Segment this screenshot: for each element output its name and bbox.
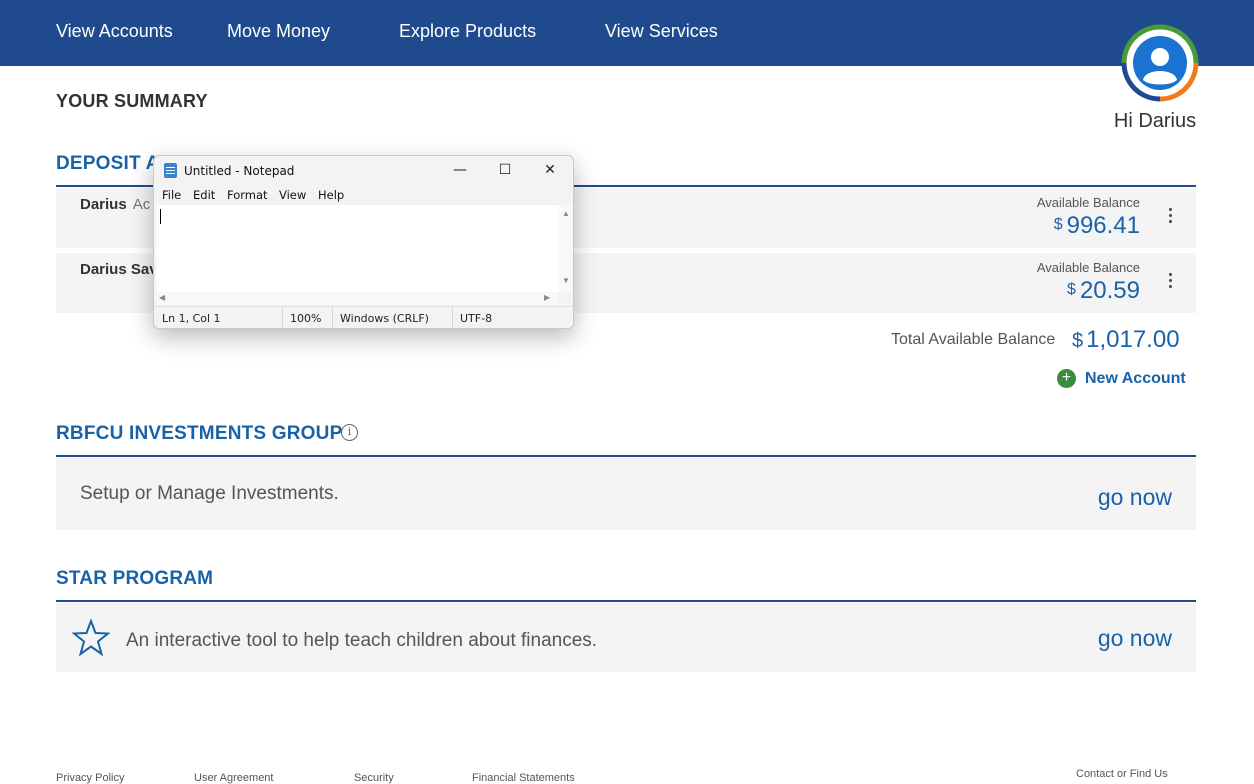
menu-format[interactable]: Format: [227, 188, 268, 202]
total-balance-value: $1,017.00: [1072, 326, 1180, 353]
account-name[interactable]: Darius Ac: [80, 196, 150, 213]
text-caret: [160, 209, 161, 224]
notepad-menu-bar: File Edit Format View Help: [154, 186, 573, 205]
scroll-down-icon[interactable]: ▼: [562, 276, 570, 285]
footer-contact-link[interactable]: Contact or Find Us: [1076, 768, 1168, 780]
star-program-panel: An interactive tool to help teach childr…: [56, 603, 1196, 672]
minimize-button[interactable]: —: [437, 156, 483, 186]
scroll-up-icon[interactable]: ▲: [562, 209, 570, 218]
plus-circle-icon: +: [1057, 369, 1076, 388]
star-program-text: An interactive tool to help teach childr…: [126, 630, 598, 651]
top-nav: View Accounts Move Money Explore Product…: [0, 0, 1254, 66]
footer-security-link[interactable]: Security: [354, 772, 394, 784]
close-button[interactable]: ✕: [527, 156, 573, 186]
status-separator: [332, 307, 333, 328]
balance-label: Available Balance: [1036, 195, 1140, 210]
total-balance-label: Total Available Balance: [891, 331, 1056, 348]
nav-view-accounts[interactable]: View Accounts: [56, 21, 173, 42]
investments-go-now-link[interactable]: go now: [1098, 484, 1172, 511]
encoding: UTF-8: [460, 312, 493, 325]
star-divider: [56, 600, 1196, 602]
balance-value: $20.59: [1067, 277, 1140, 304]
investments-divider: [56, 455, 1196, 457]
nav-move-money[interactable]: Move Money: [227, 21, 330, 42]
notepad-icon: [164, 163, 177, 178]
user-greeting: Hi Darius: [1113, 110, 1197, 132]
footer-user-agreement-link[interactable]: User Agreement: [194, 772, 273, 784]
status-separator: [282, 307, 283, 328]
notepad-title-bar[interactable]: Untitled - Notepad — ☐ ✕: [154, 156, 573, 186]
vertical-scrollbar[interactable]: ▲ ▼: [559, 205, 573, 292]
info-icon[interactable]: i: [341, 424, 358, 441]
scroll-right-icon[interactable]: ▶: [544, 293, 550, 302]
account-name[interactable]: Darius Sav: [80, 261, 158, 278]
star-program-title: STAR PROGRAM: [56, 568, 214, 589]
zoom-level: 100%: [290, 312, 322, 325]
line-ending: Windows (CRLF): [340, 312, 429, 325]
notepad-title: Untitled - Notepad: [184, 164, 295, 178]
footer-privacy-link[interactable]: Privacy Policy: [56, 772, 124, 784]
notepad-status-bar: Ln 1, Col 1 100% Windows (CRLF) UTF-8: [154, 306, 573, 328]
more-options-icon[interactable]: [1164, 208, 1176, 228]
investments-text: Setup or Manage Investments.: [80, 483, 339, 504]
star-icon: [72, 619, 110, 657]
menu-file[interactable]: File: [162, 188, 181, 202]
page-title: YOUR SUMMARY: [56, 91, 208, 111]
status-separator: [452, 307, 453, 328]
menu-help[interactable]: Help: [318, 188, 344, 202]
notepad-window[interactable]: Untitled - Notepad — ☐ ✕ File Edit Forma…: [153, 155, 574, 329]
scroll-left-icon[interactable]: ◀: [159, 293, 165, 302]
investments-title: RBFCU INVESTMENTS GROUP: [56, 423, 343, 444]
deposit-accounts-title: DEPOSIT A: [56, 153, 160, 174]
balance-value: $996.41: [1053, 212, 1140, 239]
menu-view[interactable]: View: [279, 188, 306, 202]
horizontal-scrollbar[interactable]: ◀ ▶: [156, 292, 559, 305]
maximize-button[interactable]: ☐: [482, 156, 528, 186]
cursor-position: Ln 1, Col 1: [162, 312, 221, 325]
star-go-now-link[interactable]: go now: [1098, 625, 1172, 652]
investments-panel: Setup or Manage Investments. go now: [56, 458, 1196, 530]
nav-view-services[interactable]: View Services: [605, 21, 718, 42]
more-options-icon[interactable]: [1164, 273, 1176, 293]
footer-financial-statements-link[interactable]: Financial Statements: [472, 772, 575, 784]
balance-label: Available Balance: [1036, 260, 1140, 275]
user-avatar-icon[interactable]: [1121, 24, 1199, 102]
menu-edit[interactable]: Edit: [193, 188, 215, 202]
notepad-text-area[interactable]: [156, 205, 559, 292]
nav-explore-products[interactable]: Explore Products: [399, 21, 536, 42]
